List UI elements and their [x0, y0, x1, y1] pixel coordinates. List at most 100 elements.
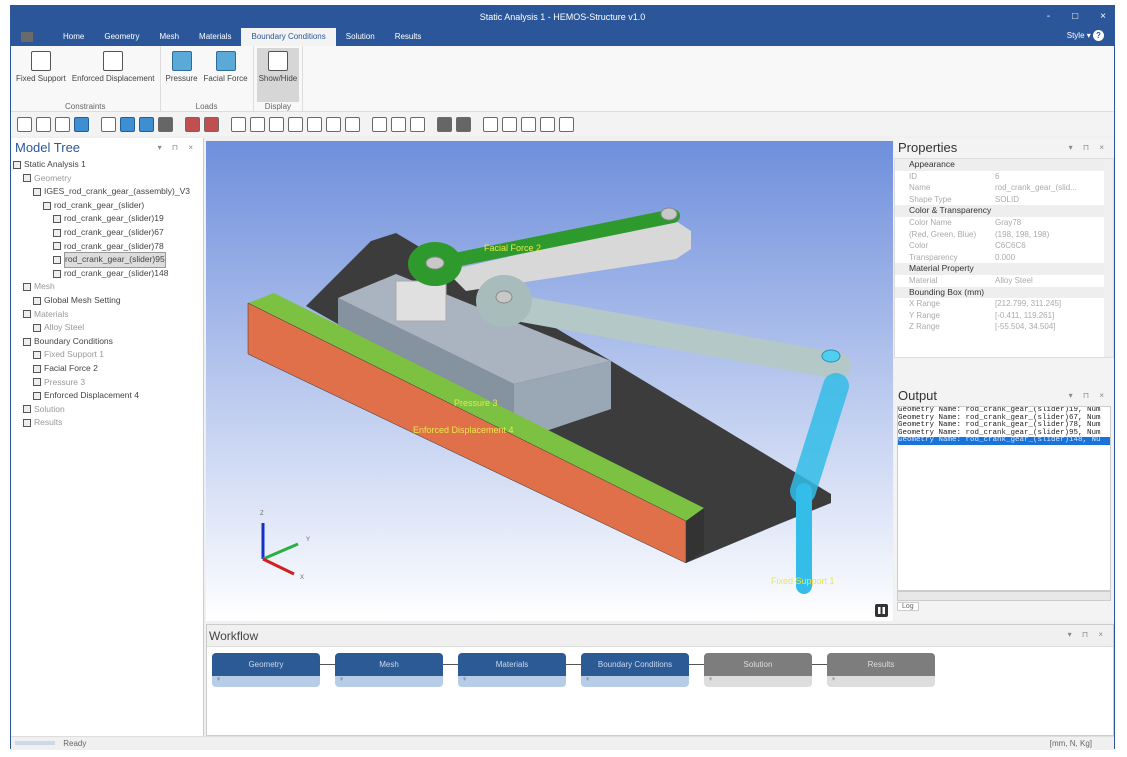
solid-icon[interactable] [437, 116, 452, 132]
workflow-step-mesh[interactable]: Mesh ♀ [335, 653, 443, 687]
transparent-icon[interactable] [456, 116, 471, 132]
view-yminus-icon[interactable] [307, 116, 322, 132]
tree-node[interactable]: rod_crank_gear_(slider)148 [13, 267, 203, 281]
tree-node[interactable]: Alloy Steel [13, 321, 203, 335]
shaded-edges-icon[interactable] [139, 116, 154, 132]
tree-node[interactable]: Materials [13, 308, 203, 322]
tree-node[interactable]: Boundary Conditions [13, 335, 203, 349]
workflow-step-boundary-conditions[interactable]: Boundary Conditions ♀ [581, 653, 689, 687]
output-line[interactable]: Geometry Name: rod_crank_gear_(slider)14… [898, 437, 1110, 445]
view-xminus-icon[interactable] [269, 116, 284, 132]
property-row[interactable]: Transparency 0.000 [895, 252, 1113, 264]
tab-geometry[interactable]: Geometry [94, 28, 149, 46]
view-front-icon[interactable] [36, 116, 51, 132]
axis-icon[interactable] [231, 116, 246, 132]
tree-node[interactable]: Enforced Displacement 4 [13, 389, 203, 403]
workflow-step-results[interactable]: Results ♀ [827, 653, 935, 687]
property-row[interactable]: Y Range [-0.411, 119.261] [895, 310, 1113, 322]
panel-controls[interactable]: ▾ ⊓ × [1069, 391, 1108, 400]
panel-controls[interactable]: ▾ ⊓ × [158, 143, 197, 152]
property-category[interactable]: Material Property [895, 263, 1113, 275]
tree-node[interactable]: Global Mesh Setting [13, 294, 203, 308]
log-tab[interactable]: Log [897, 602, 919, 611]
clipboard-icon[interactable] [559, 116, 574, 132]
panel-controls[interactable]: ▾ ⊓ × [1068, 630, 1107, 639]
tree-node[interactable]: Mesh [13, 280, 203, 294]
workflow-step-materials[interactable]: Materials ♀ [458, 653, 566, 687]
view-select-icon[interactable] [55, 116, 70, 132]
tree-node[interactable]: rod_crank_gear_(slider)78 [13, 240, 203, 254]
tree-node[interactable]: Pressure 3 [13, 376, 203, 390]
style-dropdown[interactable]: Style [1067, 31, 1085, 40]
tree-node[interactable]: Facial Force 2 [13, 362, 203, 376]
properties-scrollbar[interactable] [1104, 159, 1113, 357]
wireframe-icon[interactable] [101, 116, 116, 132]
property-category[interactable]: Appearance [895, 159, 1113, 171]
property-row[interactable]: Color C6C6C6 [895, 240, 1113, 252]
view-zminus-icon[interactable] [345, 116, 360, 132]
property-category[interactable]: Color & Transparency [895, 205, 1113, 217]
tree-node[interactable]: Results [13, 416, 203, 430]
shaded-icon[interactable] [120, 116, 135, 132]
view-blue-icon[interactable] [74, 116, 89, 132]
help-button[interactable]: ? [1093, 30, 1104, 41]
panel-controls[interactable]: ▾ ⊓ × [1069, 143, 1108, 152]
tab-materials[interactable]: Materials [189, 28, 241, 46]
view-xplus-icon[interactable] [250, 116, 265, 132]
minimize-button[interactable]: - [1047, 6, 1050, 28]
property-row[interactable]: Shape Type SOLID [895, 194, 1113, 206]
property-row[interactable]: Color Name Gray78 [895, 217, 1113, 229]
enforced-displacement-button[interactable]: Enforced Displacement [70, 48, 157, 102]
tree-node[interactable]: rod_crank_gear_(slider)67 [13, 226, 203, 240]
pause-button[interactable] [875, 604, 888, 617]
3d-viewport[interactable]: Facial Force 2 Pressure 3 Enforced Displ… [206, 141, 893, 621]
fixed-support-button[interactable]: Fixed Support [14, 48, 68, 102]
tree-node-label: Fixed Support 1 [44, 349, 105, 360]
rotate-cw-icon[interactable] [483, 116, 498, 132]
file-menu-button[interactable] [21, 32, 33, 42]
tree-node[interactable]: IGES_rod_crank_gear_(assembly)_V3 [13, 185, 203, 199]
tab-boundary-conditions[interactable]: Boundary Conditions [241, 28, 336, 46]
rotate-ccw-icon[interactable] [502, 116, 517, 132]
measure-icon[interactable] [540, 116, 555, 132]
show-hide-button[interactable]: Show/Hide [256, 48, 300, 102]
close-button[interactable]: × [1100, 6, 1106, 28]
pressure-button[interactable]: Pressure [164, 48, 200, 102]
tab-solution[interactable]: Solution [336, 28, 385, 46]
tree-node[interactable]: Geometry [13, 172, 203, 186]
property-row[interactable]: Z Range [-55.504, 34.504] [895, 321, 1113, 333]
workflow-step-solution[interactable]: Solution ♀ [704, 653, 812, 687]
view-zplus-icon[interactable] [326, 116, 341, 132]
tree-node[interactable]: Solution [13, 403, 203, 417]
output-horizontal-scrollbar[interactable] [897, 591, 1111, 601]
property-row[interactable]: Name rod_crank_gear_(slid... [895, 182, 1113, 194]
zoom-out-icon[interactable] [410, 116, 425, 132]
tree-node[interactable]: rod_crank_gear_(slider)19 [13, 212, 203, 226]
triad-icon[interactable] [521, 116, 536, 132]
property-row[interactable]: (Red, Green, Blue) (198, 198, 198) [895, 229, 1113, 241]
tab-results[interactable]: Results [385, 28, 432, 46]
color-green-icon[interactable] [185, 116, 200, 132]
maximize-button[interactable]: □ [1072, 6, 1078, 28]
tab-home[interactable]: Home [53, 28, 94, 46]
zoom-in-icon[interactable] [391, 116, 406, 132]
zoom-fit-icon[interactable] [372, 116, 387, 132]
view-iso-icon[interactable] [17, 116, 32, 132]
property-row[interactable]: Material Alloy Steel [895, 275, 1113, 287]
tab-mesh[interactable]: Mesh [149, 28, 189, 46]
view-yplus-icon[interactable] [288, 116, 303, 132]
units-indicator[interactable]: [mm, N, Kg] [1050, 737, 1092, 751]
ribbon-tabs: Home Geometry Mesh Materials Boundary Condit… [11, 28, 1114, 46]
property-category[interactable]: Bounding Box (mm) [895, 286, 1113, 299]
tree-node[interactable]: rod_crank_gear_(slider) [13, 199, 203, 213]
tree-node[interactable]: Static Analysis 1 [13, 158, 203, 172]
tree-node[interactable]: rod_crank_gear_(slider)95 [13, 252, 203, 268]
facial-force-button[interactable]: Facial Force [202, 48, 250, 102]
hidden-line-icon[interactable] [158, 116, 173, 132]
property-row[interactable]: X Range [212.799, 311.245] [895, 298, 1113, 310]
tree-node[interactable]: Fixed Support 1 [13, 348, 203, 362]
workflow-step-geometry[interactable]: Geometry ♀ [212, 653, 320, 687]
output-log[interactable]: Geometry Name: rod_crank_gear_(slider)19… [897, 406, 1111, 591]
color-red-icon[interactable] [204, 116, 219, 132]
property-row[interactable]: ID 6 [895, 171, 1113, 183]
